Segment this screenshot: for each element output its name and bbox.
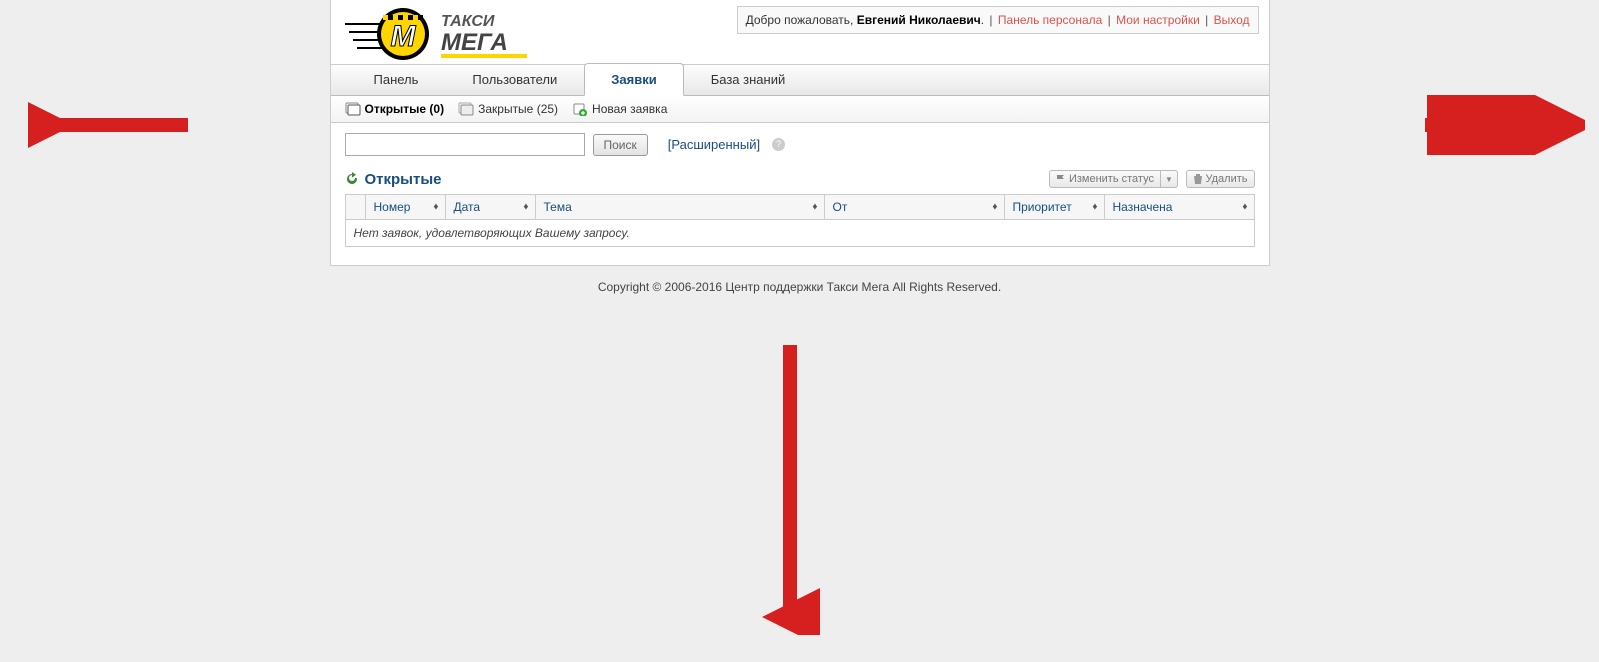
tickets-table: Номер♦ Дата♦ Тема♦ От♦ Приоритет♦ Назнач… [345,194,1255,247]
annotation-arrow-left [28,95,198,155]
main-nav: Панель Пользователи Заявки База знаний [331,64,1269,96]
subnav-open[interactable]: Открытые (0) [345,102,445,116]
col-assigned[interactable]: Назначена♦ [1104,195,1254,220]
sort-icon: ♦ [433,202,438,213]
staff-panel-link[interactable]: Панель персонала [998,13,1102,27]
logo[interactable]: М ТАКСИ МЕГА [341,6,571,62]
col-priority[interactable]: Приоритет♦ [1004,195,1104,220]
logout-link[interactable]: Выход [1214,13,1250,27]
search-row: Поиск [Расширенный] ? [345,133,1255,156]
svg-text:М: М [390,20,416,53]
help-icon[interactable]: ? [772,138,785,151]
change-status-label: Изменить статус [1069,173,1154,185]
search-button[interactable]: Поиск [593,134,648,156]
subnav-closed[interactable]: Закрытые (25) [458,102,558,116]
col-number[interactable]: Номер♦ [365,195,445,220]
trash-icon [1193,174,1203,184]
tab-kb[interactable]: База знаний [684,63,813,95]
subnav-new-ticket[interactable]: Новая заявка [572,102,667,116]
annotation-arrow-right [1415,95,1585,155]
annotation-arrow-down [760,335,820,635]
tickets-closed-icon [458,102,474,116]
search-input[interactable] [345,133,585,156]
tab-tickets[interactable]: Заявки [584,63,683,96]
table-row: Нет заявок, удовлетворяющих Вашему запро… [345,220,1254,247]
subnav-closed-label: Закрытые (25) [478,102,558,116]
logo-line2: МЕГА [441,29,508,56]
sort-icon: ♦ [812,202,817,213]
col-subject[interactable]: Тема♦ [535,195,824,220]
change-status-dropdown[interactable]: ▼ [1160,170,1178,188]
delete-button[interactable]: Удалить [1186,170,1255,188]
delete-label: Удалить [1206,173,1248,185]
sort-icon: ♦ [523,202,528,213]
tab-dashboard[interactable]: Панель [347,63,446,95]
change-status-button[interactable]: Изменить статус [1049,170,1160,188]
footer: Copyright © 2006-2016 Центр поддержки Та… [0,266,1599,308]
col-checkbox[interactable] [345,195,365,220]
advanced-search-link[interactable]: [Расширенный] [668,137,760,152]
empty-message: Нет заявок, удовлетворяющих Вашему запро… [345,220,1254,247]
section-title-text: Открытые [365,171,442,188]
sort-icon: ♦ [1242,202,1247,213]
username: Евгений Николаевич [857,13,981,27]
section-title: Открытые [345,171,442,188]
bulk-actions: Изменить статус ▼ Удалить [1049,170,1255,188]
caret-down-icon: ▼ [1165,175,1173,184]
app-frame: М ТАКСИ МЕГА Добро пожаловать, Евгений Н… [330,0,1270,266]
new-ticket-icon [572,102,588,116]
tab-users[interactable]: Пользователи [445,63,584,95]
header: М ТАКСИ МЕГА Добро пожаловать, Евгений Н… [331,0,1269,64]
welcome-bar: Добро пожаловать, Евгений Николаевич. | … [737,6,1259,34]
subnav-open-label: Открытые (0) [365,102,445,116]
welcome-text: Добро пожаловать, [746,13,854,27]
sub-nav: Открытые (0) Закрытые (25) Новая заявка [331,96,1269,123]
col-date[interactable]: Дата♦ [445,195,535,220]
content-area: Поиск [Расширенный] ? Открытые Изменить … [331,123,1269,265]
sort-icon: ♦ [992,202,997,213]
sort-icon: ♦ [1092,202,1097,213]
section-header: Открытые Изменить статус ▼ Удалить [345,170,1255,188]
logo-line1: ТАКСИ [441,13,495,30]
flag-icon [1056,174,1066,184]
my-settings-link[interactable]: Мои настройки [1116,13,1200,27]
tickets-open-icon [345,102,361,116]
col-from[interactable]: От♦ [824,195,1004,220]
refresh-icon[interactable] [345,172,359,186]
subnav-new-label: Новая заявка [592,102,667,116]
